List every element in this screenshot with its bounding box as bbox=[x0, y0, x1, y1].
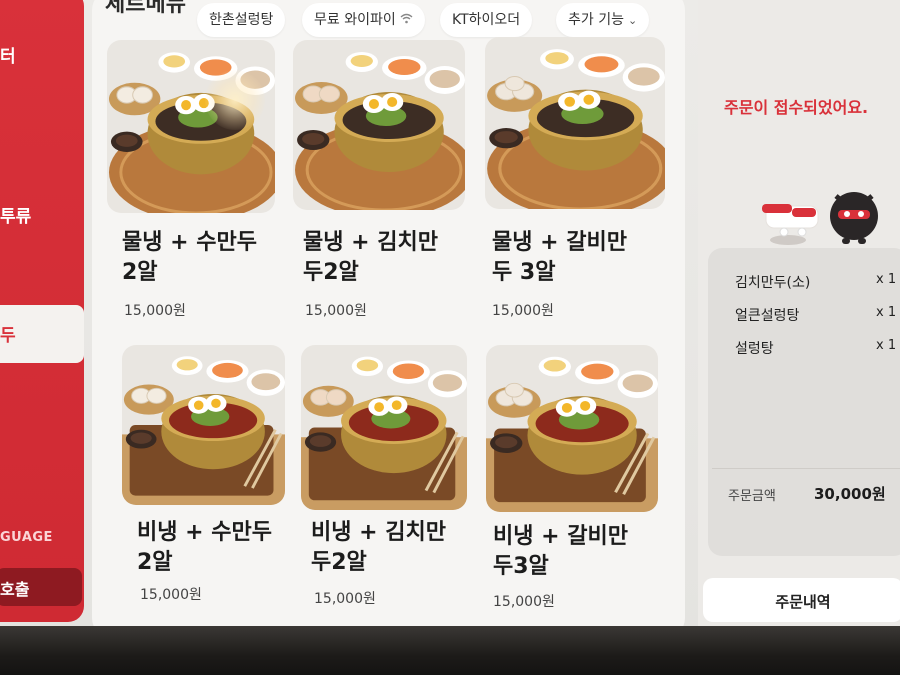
menu-item-card[interactable] bbox=[122, 345, 285, 505]
menu-item-price: 15,000원 bbox=[493, 594, 555, 610]
total-value: 30,000원 bbox=[814, 485, 886, 503]
mascot-illustration bbox=[762, 192, 878, 245]
chip-label: 한촌설렁탕 bbox=[209, 12, 274, 28]
food-photo bbox=[301, 345, 467, 510]
menu-item-name[interactable]: 물냉 + 김치만 두2알 bbox=[303, 228, 438, 288]
food-photo bbox=[107, 40, 275, 213]
menu-item-name[interactable]: 물냉 + 수만두 2알 bbox=[122, 228, 257, 288]
cart-item-name: 김치만두(소) bbox=[735, 275, 811, 291]
language-button[interactable]: GUAGE bbox=[0, 530, 53, 545]
cart-item-qty: x 1 bbox=[876, 305, 897, 320]
menu-item-card[interactable] bbox=[486, 345, 658, 512]
menu-item-price: 15,000원 bbox=[124, 303, 186, 319]
menu-item-card[interactable] bbox=[293, 40, 465, 210]
food-photo bbox=[485, 37, 665, 209]
menu-item-card[interactable] bbox=[485, 37, 665, 209]
menu-item-photo bbox=[301, 345, 467, 510]
staff-call-button[interactable]: 호출 bbox=[0, 568, 82, 606]
food-photo bbox=[293, 40, 465, 210]
menu-item-photo bbox=[293, 40, 465, 210]
chip-label: 추가 기능 bbox=[568, 12, 624, 28]
total-label: 주문금액 bbox=[728, 489, 776, 504]
menu-item-name[interactable]: 비냉 + 김치만 두2알 bbox=[311, 518, 446, 578]
menu-item-card[interactable] bbox=[301, 345, 467, 510]
menu-item-card[interactable] bbox=[107, 40, 275, 213]
chip-label: KT하이오더 bbox=[452, 12, 521, 28]
menu-item-price: 15,000원 bbox=[492, 303, 554, 319]
cart-item-qty: x 1 bbox=[876, 338, 897, 353]
menu-item-name[interactable]: 비냉 + 갈비만 두3알 bbox=[493, 522, 628, 582]
category-title: 세트메뉴 bbox=[105, 0, 186, 17]
cart-item-name: 설렁탕 bbox=[735, 341, 774, 357]
chip-extra-features[interactable]: 추가 기능 ⌄ bbox=[556, 3, 650, 37]
staff-call-label: 호출 bbox=[0, 580, 30, 599]
menu-item-price: 15,000원 bbox=[314, 591, 376, 607]
wifi-icon bbox=[400, 3, 413, 37]
sidebar-item-active[interactable]: 두 bbox=[0, 305, 84, 363]
category-sidebar: 터 투류 두 GUAGE 호출 bbox=[0, 0, 84, 622]
chip-label: 무료 와이파이 bbox=[314, 12, 396, 28]
menu-item-photo bbox=[107, 40, 275, 213]
sidebar-item-label[interactable]: 투류 bbox=[0, 202, 31, 227]
chevron-down-icon: ⌄ bbox=[627, 14, 638, 27]
cart-list bbox=[708, 248, 900, 556]
menu-item-name[interactable]: 비냉 + 수만두 2알 bbox=[137, 518, 272, 578]
chip-kt-hiorder[interactable]: KT하이오더 bbox=[440, 3, 533, 37]
menu-item-photo bbox=[486, 345, 658, 512]
order-history-label: 주문내역 bbox=[775, 593, 831, 611]
menu-item-price: 15,000원 bbox=[140, 587, 202, 603]
menu-item-photo bbox=[122, 345, 285, 505]
sidebar-item-label[interactable]: 터 bbox=[0, 42, 16, 67]
order-history-button[interactable]: 주문내역 bbox=[703, 578, 900, 622]
device-bezel bbox=[0, 626, 900, 675]
food-photo bbox=[122, 345, 285, 505]
menu-item-price: 15,000원 bbox=[305, 303, 367, 319]
cart-item-qty: x 1 bbox=[876, 272, 897, 287]
chip-store-name[interactable]: 한촌설렁탕 bbox=[197, 3, 286, 37]
chip-free-wifi[interactable]: 무료 와이파이 bbox=[302, 3, 425, 37]
cart-item-name: 얼큰설렁탕 bbox=[735, 308, 800, 324]
food-photo bbox=[486, 345, 658, 512]
cart-divider bbox=[712, 468, 900, 469]
menu-item-name[interactable]: 물냉 + 갈비만 두 3알 bbox=[492, 228, 627, 288]
menu-item-photo bbox=[485, 37, 665, 209]
order-received-message: 주문이 접수되었어요. bbox=[724, 98, 869, 117]
sidebar-item-label: 두 bbox=[0, 326, 16, 346]
